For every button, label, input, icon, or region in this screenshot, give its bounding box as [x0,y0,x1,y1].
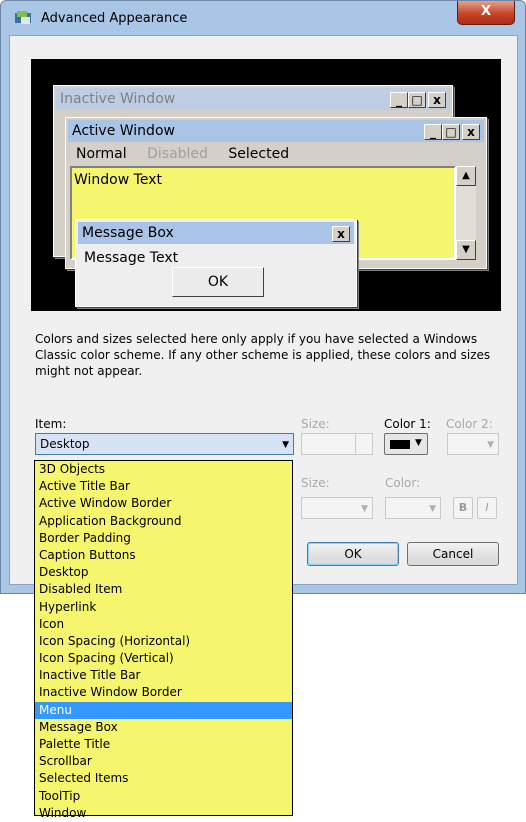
inactive-title-text: Inactive Window [60,91,176,107]
size-spinner[interactable] [301,433,373,455]
color2-label: Color 2: [446,417,493,431]
font-color-picker[interactable]: ▼ [385,497,441,519]
chevron-down-icon: ▼ [429,504,436,514]
close-icon[interactable]: x [332,226,350,242]
dropdown-item[interactable]: Message Box [35,719,292,736]
inactive-title-bar[interactable]: Inactive Window _ □ x [56,88,450,110]
close-icon[interactable]: x [428,92,446,108]
minimize-icon[interactable]: _ [424,124,442,140]
color2-picker[interactable]: ▼ [447,433,499,455]
dropdown-item[interactable]: Window [35,805,292,822]
dropdown-item[interactable]: Desktop [35,564,292,581]
scroll-down-icon[interactable]: ▼ [456,240,476,260]
menu-selected[interactable]: Selected [228,146,289,162]
dropdown-item[interactable]: Icon [35,616,292,633]
cancel-button[interactable]: Cancel [407,542,499,566]
dropdown-item[interactable]: Hyperlink [35,599,292,616]
italic-button[interactable]: I [477,497,497,519]
description-text: Colors and sizes selected here only appl… [35,332,491,378]
dropdown-item[interactable]: Palette Title [35,736,292,753]
close-button[interactable]: X [457,1,515,25]
scroll-up-icon[interactable]: ▲ [456,166,476,186]
window-title: Advanced Appearance [41,11,188,26]
menu-disabled[interactable]: Disabled [147,146,208,162]
preview-ok-button[interactable]: OK [172,267,264,297]
size-label: Size: [301,417,330,431]
close-icon[interactable]: x [462,124,480,140]
dropdown-item[interactable]: Scrollbar [35,753,292,770]
title-bar[interactable]: Advanced Appearance X [1,1,525,35]
chevron-down-icon: ▼ [282,440,289,450]
active-title-text: Active Window [72,123,175,139]
dropdown-item[interactable]: 3D Objects [35,461,292,478]
bold-button[interactable]: B [453,497,473,519]
maximize-icon[interactable]: □ [408,92,426,108]
message-box-caption-buttons: x [332,226,350,244]
ok-button[interactable]: OK [307,542,399,566]
window-text: Window Text [74,172,162,188]
color1-label: Color 1: [384,417,431,431]
color1-picker[interactable]: ▼ [384,433,428,455]
message-box-title: Message Box [82,225,174,241]
item-select-value: Desktop [40,437,90,451]
dropdown-item[interactable]: Icon Spacing (Horizontal) [35,633,292,650]
dropdown-item[interactable]: Border Padding [35,530,292,547]
preview-menubar: Normal Disabled Selected [68,144,297,164]
dropdown-item[interactable]: Active Title Bar [35,478,292,495]
maximize-icon[interactable]: □ [442,124,460,140]
message-box-preview[interactable]: Message Box x Message Text OK [75,219,357,307]
dropdown-item[interactable]: Inactive Title Bar [35,667,292,684]
dropdown-item[interactable]: Disabled Item [35,581,292,598]
item-select[interactable]: Desktop ▼ [35,433,294,455]
font-size-select[interactable]: ▼ [301,497,373,519]
spinner-arrows-icon[interactable] [355,434,372,454]
preview-scrollbar[interactable]: ▲ ▼ [456,166,476,260]
appearance-icon [15,11,31,24]
font-size-label: Size: [301,476,330,490]
inactive-caption-buttons: _ □ x [390,92,446,110]
message-text: Message Text [84,250,179,266]
dropdown-item[interactable]: Application Background [35,513,292,530]
dropdown-item[interactable]: Active Window Border [35,495,292,512]
message-box-title-bar[interactable]: Message Box x [78,222,354,244]
chevron-down-icon: ▼ [487,440,494,450]
dropdown-item[interactable]: ToolTip [35,788,292,805]
active-title-bar[interactable]: Active Window _ □ x [68,120,484,142]
dropdown-item[interactable]: Inactive Window Border [35,684,292,701]
font-color-label: Color: [385,476,421,490]
dropdown-item[interactable]: Icon Spacing (Vertical) [35,650,292,667]
dropdown-item[interactable]: Caption Buttons [35,547,292,564]
item-dropdown-list[interactable]: 3D Objects Active Title Bar Active Window … [34,460,293,820]
menu-normal[interactable]: Normal [76,146,127,162]
dropdown-item[interactable]: Selected Items [35,770,292,787]
active-caption-buttons: _ □ x [424,124,480,142]
chevron-down-icon: ▼ [415,438,422,448]
minimize-icon[interactable]: _ [390,92,408,108]
chevron-down-icon: ▼ [361,504,368,514]
dropdown-item[interactable]: Menu [35,701,292,719]
color1-swatch [390,440,410,449]
item-label: Item: [35,417,67,431]
